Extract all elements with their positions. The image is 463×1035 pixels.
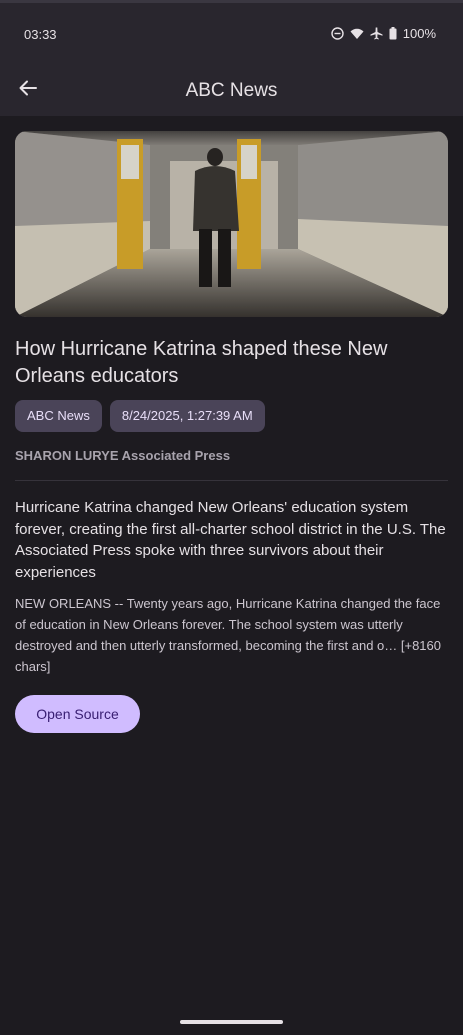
battery-icon [389,27,397,40]
divider [15,480,448,481]
status-icons: 100% [331,26,436,41]
wifi-icon [350,28,364,40]
airplane-icon [370,27,383,40]
article-author: SHARON LURYE Associated Press [15,448,231,463]
gesture-navigation-bar[interactable] [180,1020,283,1024]
status-time: 03:33 [24,27,57,42]
app-title: ABC News [185,80,278,101]
app-bar: ABC News [0,66,463,116]
article-headline: How Hurricane Katrina shaped these New O… [15,338,388,387]
open-source-button[interactable]: Open Source [15,695,140,733]
hero-image [15,131,448,317]
status-bar: 03:33 100% [0,0,463,66]
source-chip[interactable]: ABC News [15,400,102,432]
article-body: NEW ORLEANS -- Twenty years ago, Hurrica… [15,596,441,674]
date-chip[interactable]: 8/24/2025, 1:27:39 AM [109,400,265,432]
article-summary: Hurricane Katrina changed New Orleans' e… [15,499,446,581]
battery-percent: 100% [402,26,436,41]
do-not-disturb-icon [331,27,344,40]
article-meta-chips: ABC News 8/24/2025, 1:27:39 AM [15,400,265,432]
